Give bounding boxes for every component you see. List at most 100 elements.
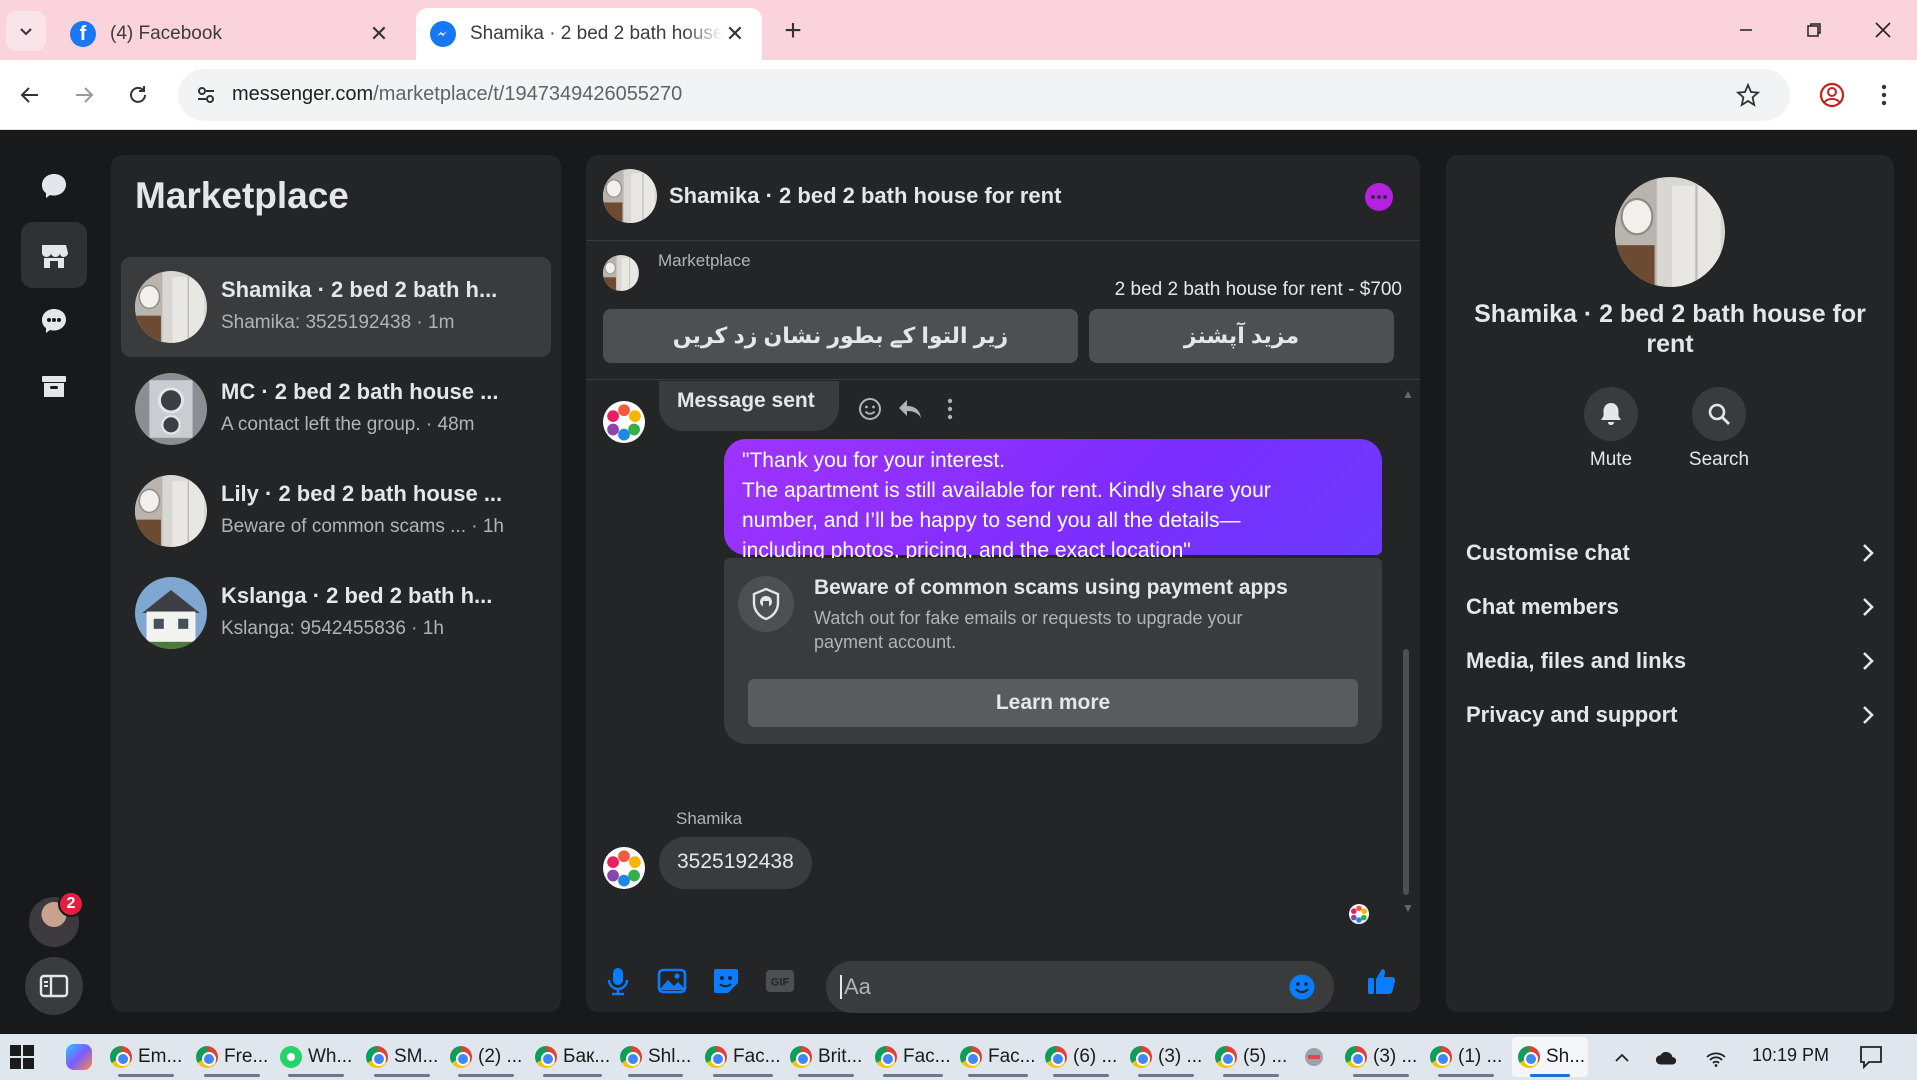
close-window-button[interactable]: [1855, 8, 1911, 52]
windows-start-icon[interactable]: [10, 1045, 34, 1069]
customise-chat-row[interactable]: Customise chat: [1466, 528, 1874, 578]
conversation-info-button[interactable]: [1365, 183, 1393, 211]
rail-chats-button[interactable]: [21, 153, 87, 219]
shield-icon: [738, 576, 794, 632]
smiley-icon: [859, 398, 881, 420]
taskbar-item[interactable]: (2) ...: [450, 1037, 522, 1077]
more-options-button[interactable]: مزید آپشنز: [1089, 309, 1394, 363]
reply-button[interactable]: [894, 393, 926, 425]
conversation-item[interactable]: Shamika · 2 bed 2 bath h... Shamika: 352…: [121, 257, 551, 357]
scroll-down-arrow[interactable]: ▼: [1402, 901, 1414, 915]
media-files-links-row[interactable]: Media, files and links: [1466, 636, 1874, 686]
voice-clip-button[interactable]: [598, 961, 638, 1001]
gif-button[interactable]: GIF: [760, 961, 800, 1001]
new-tab-button[interactable]: +: [776, 14, 810, 48]
wifi-icon[interactable]: [1704, 1046, 1728, 1070]
forward-button[interactable]: [64, 75, 104, 115]
notification-center-icon[interactable]: [1858, 1044, 1884, 1070]
back-button[interactable]: [10, 75, 50, 115]
search-in-chat-button[interactable]: Search: [1674, 387, 1764, 471]
tab-search-button[interactable]: [6, 11, 46, 51]
taskbar-item[interactable]: Shl...: [620, 1037, 691, 1077]
taskbar-item[interactable]: (1) ...: [1430, 1037, 1502, 1077]
toggle-sidebar-button[interactable]: [25, 957, 83, 1015]
profile-button[interactable]: [1812, 75, 1852, 115]
privacy-support-row[interactable]: Privacy and support: [1466, 690, 1874, 740]
copilot-icon[interactable]: [66, 1044, 92, 1070]
browser-menu-button[interactable]: [1864, 75, 1904, 115]
mark-pending-button[interactable]: زیر التوا کے بطور نشان زد کریں: [603, 309, 1078, 363]
taskbar-item[interactable]: Wh...: [280, 1037, 352, 1077]
chat-title[interactable]: Shamika · 2 bed 2 bath house for rent: [669, 183, 1061, 209]
scroll-up-arrow[interactable]: ▲: [1402, 387, 1414, 401]
chevron-right-icon: [1863, 706, 1874, 724]
taskbar-clock[interactable]: 10:19 PM: [1752, 1045, 1829, 1066]
chat-info-avatar[interactable]: [1615, 177, 1725, 287]
rail-archive-button[interactable]: [21, 353, 87, 419]
listing-title[interactable]: 2 bed 2 bath house for rent - $700: [1115, 279, 1402, 301]
taskbar-item[interactable]: Fac...: [705, 1037, 781, 1077]
conversation-item[interactable]: Kslanga · 2 bed 2 bath h... Kslanga: 954…: [121, 563, 551, 663]
app-icon: [1305, 1048, 1323, 1066]
react-button[interactable]: [854, 393, 886, 425]
browser-tab-messenger[interactable]: Shamika · 2 bed 2 bath house for rent ✕: [416, 8, 762, 60]
taskbar-item[interactable]: Fac...: [875, 1037, 951, 1077]
minimize-button[interactable]: [1718, 8, 1774, 52]
sender-avatar[interactable]: [603, 847, 645, 889]
chrome-icon: [1045, 1046, 1067, 1068]
close-tab-icon[interactable]: ✕: [722, 21, 748, 47]
attach-photo-button[interactable]: [652, 961, 692, 1001]
emoji-button[interactable]: [1286, 971, 1318, 1003]
chat-members-row[interactable]: Chat members: [1466, 582, 1874, 632]
conversation-item[interactable]: MC · 2 bed 2 bath house ... A contact le…: [121, 359, 551, 459]
taskbar-item[interactable]: (3) ...: [1130, 1037, 1202, 1077]
learn-more-button[interactable]: Learn more: [748, 679, 1358, 727]
mute-button[interactable]: Mute: [1566, 387, 1656, 471]
chrome-icon: [875, 1046, 897, 1068]
scam-warning-title: Beware of common scams using payment app…: [814, 576, 1288, 599]
gif-icon: GIF: [766, 970, 794, 992]
incoming-message-bubble[interactable]: 3525192438: [659, 837, 812, 889]
archive-icon: [42, 376, 66, 397]
taskbar-item-active[interactable]: Sh...: [1512, 1037, 1588, 1077]
taskbar-item-label: Wh...: [308, 1046, 353, 1067]
url-text: messenger.com/marketplace/t/194734942605…: [232, 83, 682, 106]
taskbar-pinned-app[interactable]: [1302, 1037, 1328, 1077]
onedrive-icon[interactable]: [1654, 1046, 1678, 1070]
show-hidden-icons-button[interactable]: [1610, 1046, 1634, 1070]
restore-button[interactable]: [1786, 8, 1842, 52]
browser-tab-facebook[interactable]: f (4) Facebook ✕: [56, 8, 406, 60]
bookmark-star-icon[interactable]: [1732, 79, 1764, 111]
chat-avatar[interactable]: [603, 169, 657, 223]
sticker-button[interactable]: [706, 961, 746, 1001]
close-tab-icon[interactable]: ✕: [366, 21, 392, 47]
reload-button[interactable]: [118, 75, 158, 115]
taskbar-item[interactable]: (5) ...: [1215, 1037, 1287, 1077]
taskbar-item[interactable]: (3) ...: [1345, 1037, 1417, 1077]
outgoing-message-bubble[interactable]: "Thank you for your interest. The apartm…: [724, 439, 1382, 562]
taskbar-item[interactable]: Бак...: [535, 1037, 610, 1077]
message-more-button[interactable]: [934, 393, 966, 425]
chrome-icon: [960, 1046, 982, 1068]
sender-avatar[interactable]: [603, 401, 645, 443]
site-info-icon[interactable]: [190, 79, 222, 111]
taskbar-item-label: (6) ...: [1073, 1046, 1118, 1067]
taskbar-item[interactable]: (6) ...: [1045, 1037, 1117, 1077]
mute-label: Mute: [1589, 449, 1633, 470]
chat-scrollbar[interactable]: [1403, 649, 1409, 895]
message-input[interactable]: Aa: [826, 961, 1334, 1013]
taskbar-item-label: Fac...: [733, 1046, 781, 1067]
address-bar[interactable]: messenger.com/marketplace/t/194734942605…: [178, 69, 1790, 121]
rail-requests-button[interactable]: [21, 288, 87, 354]
rail-marketplace-button[interactable]: [21, 222, 87, 288]
taskbar-item[interactable]: Brit...: [790, 1037, 862, 1077]
conversation-item[interactable]: Lily · 2 bed 2 bath house ... Beware of …: [121, 461, 551, 561]
taskbar-item[interactable]: Em...: [110, 1037, 182, 1077]
taskbar-item[interactable]: Fre...: [196, 1037, 268, 1077]
taskbar-item[interactable]: Fac...: [960, 1037, 1036, 1077]
taskbar-item-label: (3) ...: [1158, 1046, 1203, 1067]
facebook-icon: f: [70, 21, 96, 47]
send-like-button[interactable]: [1362, 961, 1402, 1001]
taskbar-item[interactable]: SM...: [366, 1037, 438, 1077]
chrome-icon: [450, 1046, 472, 1068]
